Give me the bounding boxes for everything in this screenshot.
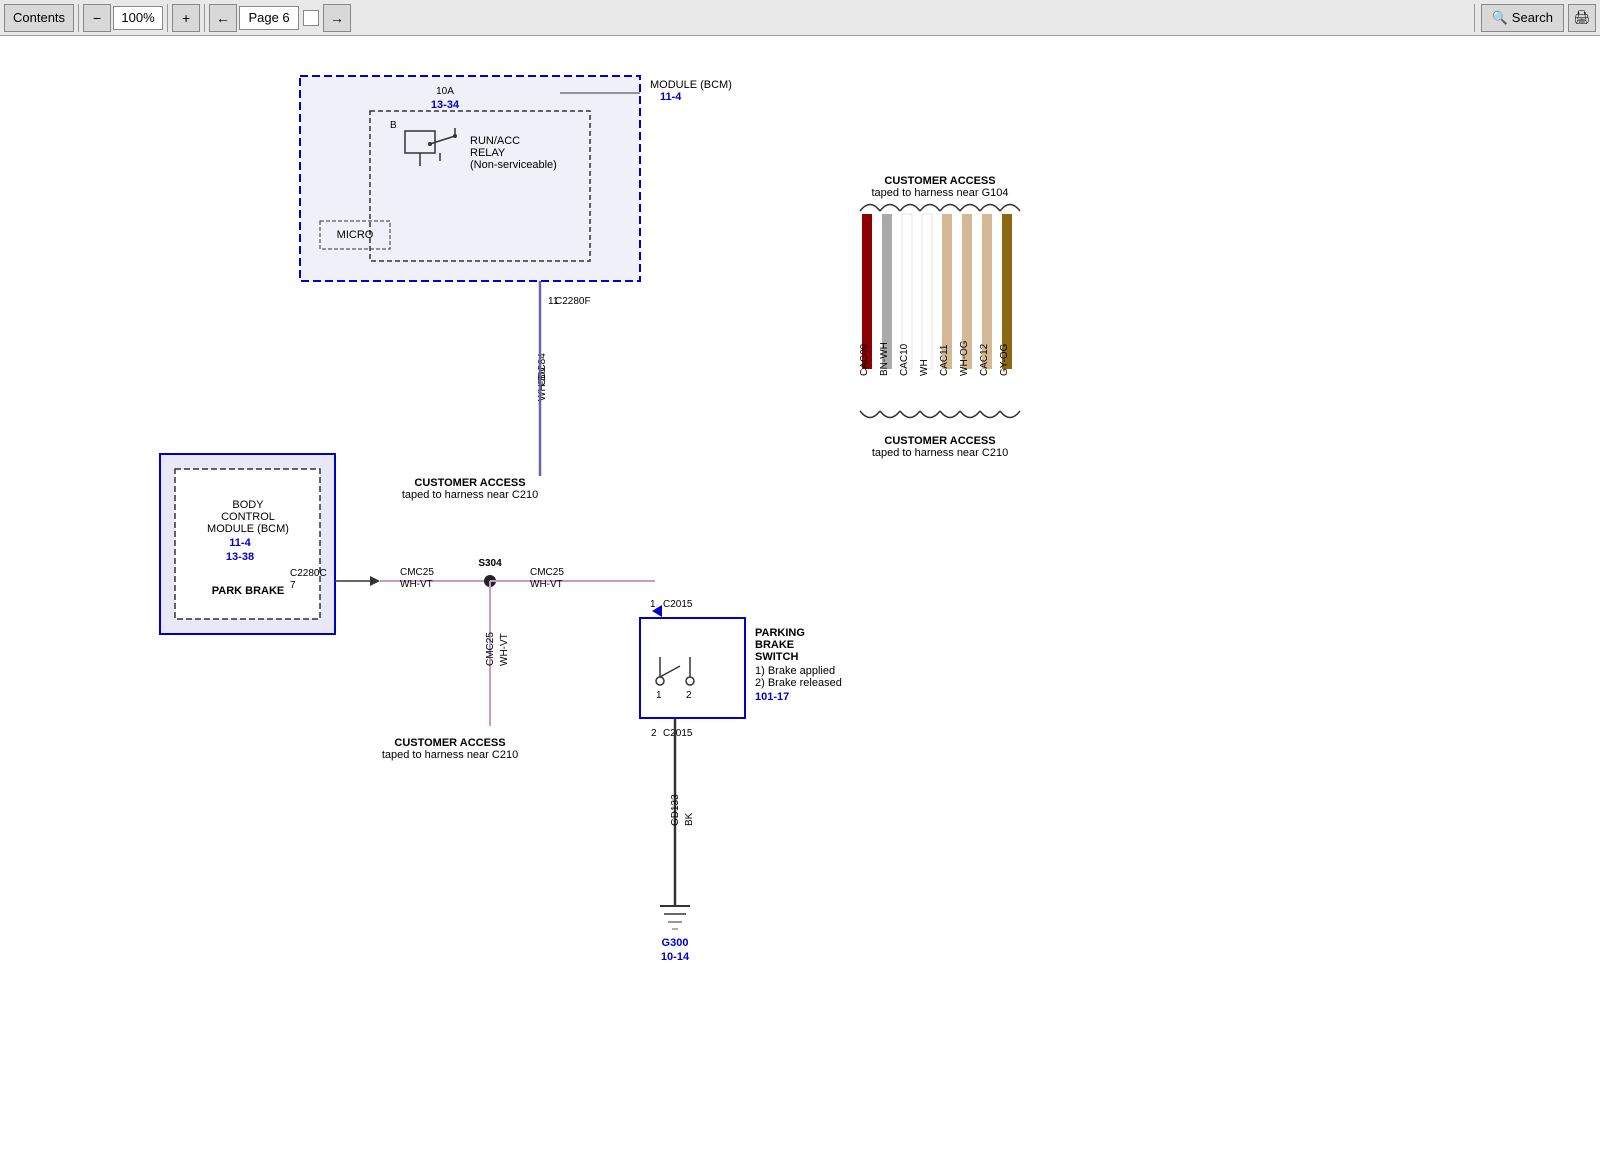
svg-text:RUN/ACC: RUN/ACC — [470, 135, 520, 147]
svg-text:RELAY: RELAY — [470, 147, 506, 159]
svg-text:B: B — [390, 120, 397, 131]
page-input[interactable] — [239, 6, 299, 30]
svg-text:CAC09: CAC09 — [859, 343, 870, 376]
svg-text:2) Brake released: 2) Brake released — [755, 677, 842, 689]
svg-text:taped to harness near G104: taped to harness near G104 — [872, 187, 1009, 199]
svg-text:C2015: C2015 — [663, 728, 693, 739]
separator-4 — [1474, 4, 1475, 32]
svg-text:CMC25: CMC25 — [485, 632, 496, 666]
svg-text:WH-BU: WH-BU — [537, 367, 548, 401]
nav-back-button[interactable]: ← — [209, 4, 237, 32]
svg-text:11-4: 11-4 — [229, 537, 251, 549]
svg-text:CAC11: CAC11 — [939, 344, 950, 376]
search-button[interactable]: 🔍 Search — [1481, 4, 1564, 32]
svg-text:(Non-serviceable): (Non-serviceable) — [470, 159, 557, 171]
svg-text:10-14: 10-14 — [661, 951, 690, 963]
svg-text:CMC25: CMC25 — [530, 567, 564, 578]
diagram-area: 10A 13-34 B RUN/ACC RELAY (Non-serviceab… — [0, 36, 1600, 1166]
svg-text:13-38: 13-38 — [226, 551, 254, 563]
search-label: Search — [1512, 10, 1553, 25]
svg-text:CMC25: CMC25 — [400, 567, 434, 578]
svg-text:CUSTOMER ACCESS: CUSTOMER ACCESS — [884, 435, 995, 447]
svg-text:1: 1 — [656, 690, 662, 701]
svg-text:PARKING: PARKING — [755, 627, 805, 639]
svg-text:MODULE (BCM): MODULE (BCM) — [650, 79, 732, 91]
svg-text:GD133: GD133 — [670, 794, 681, 826]
svg-text:CONTROL: CONTROL — [221, 511, 275, 523]
svg-text:2: 2 — [651, 728, 657, 739]
svg-text:CUSTOMER ACCESS: CUSTOMER ACCESS — [394, 737, 505, 749]
svg-text:11-4: 11-4 — [660, 91, 682, 103]
separator-3 — [204, 4, 205, 32]
svg-text:CAC10: CAC10 — [899, 343, 910, 376]
svg-text:CUSTOMER ACCESS: CUSTOMER ACCESS — [414, 477, 525, 489]
zoom-input[interactable] — [113, 6, 163, 30]
svg-text:CUSTOMER ACCESS: CUSTOMER ACCESS — [884, 175, 995, 187]
print-button[interactable]: 🖨 — [1568, 4, 1596, 32]
svg-text:101-17: 101-17 — [755, 691, 789, 703]
svg-text:CAC12: CAC12 — [979, 343, 990, 376]
contents-button[interactable]: Contents — [4, 4, 74, 32]
svg-text:WH-OG: WH-OG — [959, 340, 970, 376]
separator-1 — [78, 4, 79, 32]
toolbar-right: 🔍 Search 🖨 — [1472, 4, 1596, 32]
svg-text:WH-VT: WH-VT — [530, 579, 563, 590]
svg-text:BODY: BODY — [232, 499, 264, 511]
zoom-in-button[interactable]: + — [172, 4, 200, 32]
svg-text:10A: 10A — [436, 86, 454, 97]
zoom-out-button[interactable]: − — [83, 4, 111, 32]
svg-text:MICRO: MICRO — [337, 229, 374, 241]
svg-text:SWITCH: SWITCH — [755, 651, 798, 663]
svg-text:G300: G300 — [662, 937, 689, 949]
svg-text:BK: BK — [684, 812, 695, 826]
svg-text:C2280C: C2280C — [290, 568, 327, 579]
svg-text:S304: S304 — [478, 558, 502, 569]
svg-text:taped to harness near C210: taped to harness near C210 — [872, 447, 1008, 459]
svg-text:PARK BRAKE: PARK BRAKE — [212, 585, 285, 597]
svg-text:GY-OG: GY-OG — [999, 343, 1010, 376]
page-checkbox — [303, 10, 319, 26]
svg-text:taped to harness near C210: taped to harness near C210 — [382, 749, 518, 761]
svg-text:13-34: 13-34 — [431, 99, 460, 111]
svg-text:taped to harness near C210: taped to harness near C210 — [402, 489, 538, 501]
svg-text:WH-VT: WH-VT — [400, 579, 433, 590]
svg-text:WH: WH — [919, 359, 930, 376]
svg-text:1) Brake applied: 1) Brake applied — [755, 665, 835, 677]
svg-text:MODULE (BCM): MODULE (BCM) — [207, 523, 289, 535]
svg-text:BN-WH: BN-WH — [879, 342, 890, 376]
svg-text:2: 2 — [686, 690, 692, 701]
svg-text:C2015: C2015 — [663, 599, 693, 610]
svg-text:WH-VT: WH-VT — [499, 633, 510, 666]
svg-text:BRAKE: BRAKE — [755, 639, 794, 651]
svg-text:7: 7 — [290, 580, 296, 591]
wiring-diagram-svg: 10A 13-34 B RUN/ACC RELAY (Non-serviceab… — [0, 36, 1600, 1166]
toolbar: Contents − + ← → 🔍 Search 🖨 — [0, 0, 1600, 36]
nav-forward-button[interactable]: → — [323, 4, 351, 32]
search-icon: 🔍 — [1492, 10, 1508, 26]
svg-text:1: 1 — [650, 599, 656, 610]
print-icon: 🖨 — [1574, 10, 1591, 26]
svg-text:C2280F: C2280F — [555, 296, 591, 307]
separator-2 — [167, 4, 168, 32]
